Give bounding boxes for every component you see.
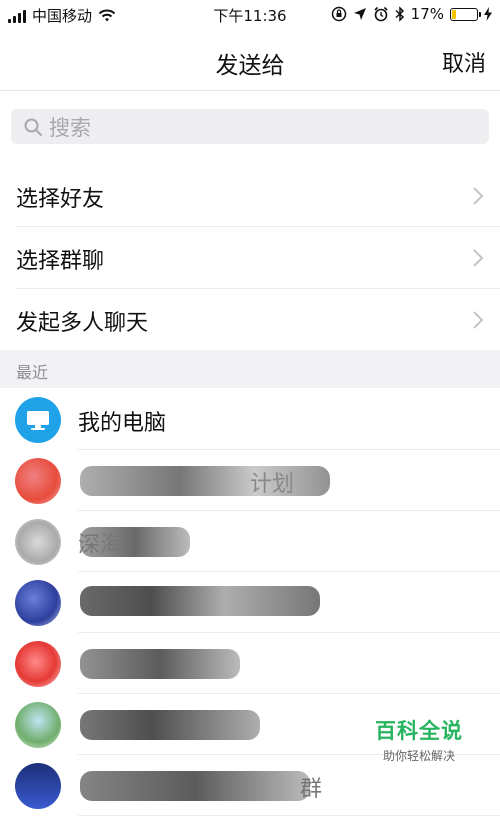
search-placeholder: 搜索 — [49, 115, 91, 140]
menu-item-label: 选择好友 — [16, 187, 105, 212]
menu-item-label: 选择群聊 — [16, 249, 105, 274]
start-multi-chat-item[interactable]: 发起多人聊天 — [16, 289, 500, 350]
select-group-chat-item[interactable]: 选择群聊 — [16, 227, 500, 289]
menu-item-label: 发起多人聊天 — [16, 311, 149, 336]
rotation-lock-icon — [331, 6, 346, 22]
action-menu: 选择好友 选择群聊 发起多人聊天 — [0, 165, 500, 350]
search-icon — [24, 118, 42, 136]
recent-section-header: 最近 — [0, 350, 500, 388]
redacted-scribble — [80, 586, 320, 616]
navigation-bar: 发送给 取消 — [0, 30, 500, 91]
avatar — [15, 702, 61, 748]
contact-name: 群 — [300, 777, 323, 802]
contact-name: 深海 — [78, 533, 123, 558]
chevron-right-icon — [473, 187, 484, 205]
watermark-title: 百科全说 — [375, 719, 463, 743]
avatar — [15, 641, 61, 687]
contact-name: 我的电脑 — [78, 411, 167, 436]
battery-percent: 17% — [410, 5, 444, 23]
location-icon — [353, 8, 366, 20]
avatar — [15, 580, 61, 626]
list-item[interactable]: 深海 — [0, 511, 500, 572]
redacted-scribble — [80, 771, 310, 801]
redacted-scribble — [80, 649, 240, 679]
chevron-right-icon — [473, 249, 484, 267]
redacted-scribble — [80, 710, 260, 740]
list-item[interactable]: 我的电脑 — [0, 389, 500, 450]
bluetooth-icon — [395, 6, 404, 22]
avatar — [15, 763, 61, 809]
list-item[interactable]: 群 — [0, 755, 500, 816]
cancel-button[interactable]: 取消 — [442, 46, 486, 78]
avatar — [15, 519, 61, 565]
alarm-icon — [374, 6, 388, 22]
list-item[interactable] — [0, 633, 500, 694]
page-title: 发送给 — [215, 53, 285, 79]
avatar — [15, 458, 61, 504]
contact-name: 计划 — [250, 472, 295, 497]
list-item[interactable]: 计划 — [0, 450, 500, 511]
list-item[interactable] — [0, 572, 500, 633]
charging-icon — [484, 7, 492, 21]
monitor-icon — [15, 397, 61, 443]
chevron-right-icon — [473, 311, 484, 329]
watermark: 百科全说 助你轻松解决 — [364, 715, 474, 764]
search-section: 搜索 — [0, 91, 500, 163]
search-input[interactable]: 搜索 — [11, 109, 489, 144]
select-friends-item[interactable]: 选择好友 — [16, 165, 500, 227]
watermark-subtitle: 助你轻松解决 — [382, 749, 455, 763]
battery-icon — [450, 7, 481, 21]
section-label: 最近 — [16, 363, 49, 382]
status-bar: 中国移动 下午11:36 17% — [0, 0, 500, 30]
